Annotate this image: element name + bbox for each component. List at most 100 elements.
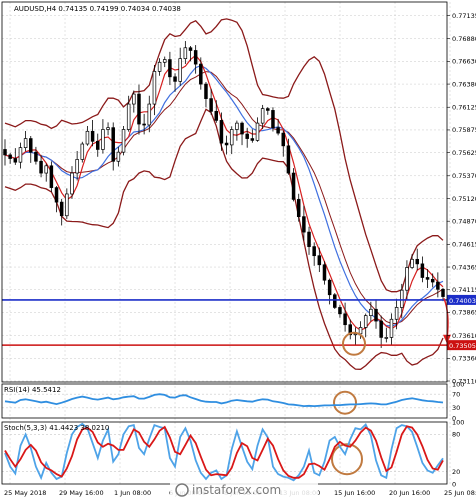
candle-body <box>101 129 105 150</box>
candle-body <box>322 264 327 281</box>
x-tick-label: 29 May 16:00 <box>59 489 104 497</box>
y-tick-label: 0.76125 <box>452 104 476 112</box>
price-tag-label: 0.73505 <box>449 342 476 350</box>
candle-body <box>271 110 275 129</box>
y-tick-label: 0.76630 <box>452 58 476 66</box>
rsi-panel <box>4 393 444 408</box>
candle-body <box>188 47 193 51</box>
candle-body <box>266 108 270 111</box>
candle-body <box>183 47 188 60</box>
x-tick-label: 25 May 2018 <box>4 489 46 497</box>
main-chart-title: AUDUSD,H4 0.74135 0.74199 0.74034 0.7403… <box>14 5 181 13</box>
rsi-title: RSI(14) 45.5412 <box>4 386 61 394</box>
stoch-tick-label: 0 <box>452 480 456 488</box>
candle-body <box>214 110 219 121</box>
target-circle <box>342 331 366 356</box>
candle-body <box>420 263 425 278</box>
bollinger-lower <box>4 108 444 370</box>
candle-body <box>126 103 131 130</box>
candle-body <box>240 122 244 135</box>
panel-frames <box>1 1 448 485</box>
chart-canvas: 0.74003 0.73505 0.77135 0.76880 0.76630 0.76… <box>1 1 476 498</box>
candle-body <box>70 172 74 195</box>
candle-body <box>18 147 23 163</box>
rsi-tick-label: 100 <box>452 380 464 388</box>
candle-body <box>250 138 255 141</box>
candle-body <box>96 140 100 150</box>
watermark: instaforex.com <box>170 482 318 498</box>
candle-body <box>121 129 126 153</box>
candle-body <box>374 308 378 322</box>
candle-body <box>245 133 249 139</box>
candle-body <box>147 103 152 126</box>
candle-body <box>363 315 368 328</box>
x-tick-label: 25 Jun 08:00 <box>444 489 476 497</box>
candle-body <box>302 216 306 233</box>
rsi-tick-label: 70 <box>452 391 460 399</box>
grid <box>2 2 451 484</box>
candle-body <box>343 313 347 326</box>
candle-body <box>132 93 136 105</box>
candle-body <box>142 123 146 126</box>
candle-body <box>369 308 373 316</box>
candle-body <box>173 76 177 82</box>
y-tick-label: 0.73865 <box>452 309 476 317</box>
candle-body <box>34 151 38 162</box>
candle-body <box>338 307 342 315</box>
candle-body <box>13 158 18 163</box>
y-tick-label: 0.77135 <box>452 12 476 20</box>
y-tick-label: 0.75370 <box>452 172 476 180</box>
candle-body <box>260 108 265 124</box>
candle-body <box>116 151 121 162</box>
y-tick-label: 0.74615 <box>452 241 476 249</box>
candle-body <box>204 83 208 99</box>
ma-slow-line <box>4 65 444 327</box>
candle-body <box>307 231 311 247</box>
candle-body <box>65 193 69 217</box>
candle-body <box>333 294 337 308</box>
candle-body <box>281 132 286 147</box>
candle-body <box>405 267 409 291</box>
candle-body <box>152 71 157 105</box>
y-tick-label: 0.75120 <box>452 195 476 203</box>
rsi-circle <box>333 390 357 415</box>
candle-body <box>44 165 48 174</box>
candle-body <box>8 154 12 159</box>
candle-body <box>410 258 414 268</box>
candle-body <box>436 281 440 290</box>
candle-body <box>286 145 291 174</box>
rsi-tick-label: 30 <box>452 404 460 412</box>
candle-body <box>75 159 79 174</box>
candle-body <box>425 277 430 280</box>
candle-body <box>441 288 445 297</box>
stoch-tick-label: 20 <box>452 468 460 476</box>
y-tick-label: 0.74365 <box>452 263 476 271</box>
stoch-tick-label: 80 <box>452 431 460 439</box>
candle-body <box>255 122 260 141</box>
candle-body <box>29 138 33 153</box>
candle-body <box>193 50 198 65</box>
y-tick-label: 0.74870 <box>452 217 476 225</box>
candle-body <box>39 160 43 174</box>
candle-body <box>415 258 419 265</box>
x-tick-label: 15 Jun 16:00 <box>334 489 375 497</box>
x-tick-label: 1 Jun 08:00 <box>114 489 151 497</box>
candle-body <box>49 165 54 188</box>
candle-body <box>168 59 172 78</box>
candle-body <box>400 289 404 308</box>
candle-body <box>219 120 224 144</box>
candle-body <box>80 143 85 160</box>
candle-body <box>137 93 141 125</box>
candle-body <box>111 127 115 162</box>
candle-body <box>384 337 389 339</box>
stoch-signal-line <box>4 425 444 479</box>
candle-body <box>312 246 316 257</box>
stoch-tick-label: 100 <box>452 418 464 426</box>
candle-body <box>199 63 203 85</box>
candle-body <box>394 307 399 320</box>
y-tick-label: 0.76880 <box>452 35 476 43</box>
candle-body <box>162 59 167 63</box>
candle-body <box>54 187 59 203</box>
y-tick-label: 0.73610 <box>452 332 476 340</box>
y-tick-label: 0.74115 <box>452 286 476 294</box>
